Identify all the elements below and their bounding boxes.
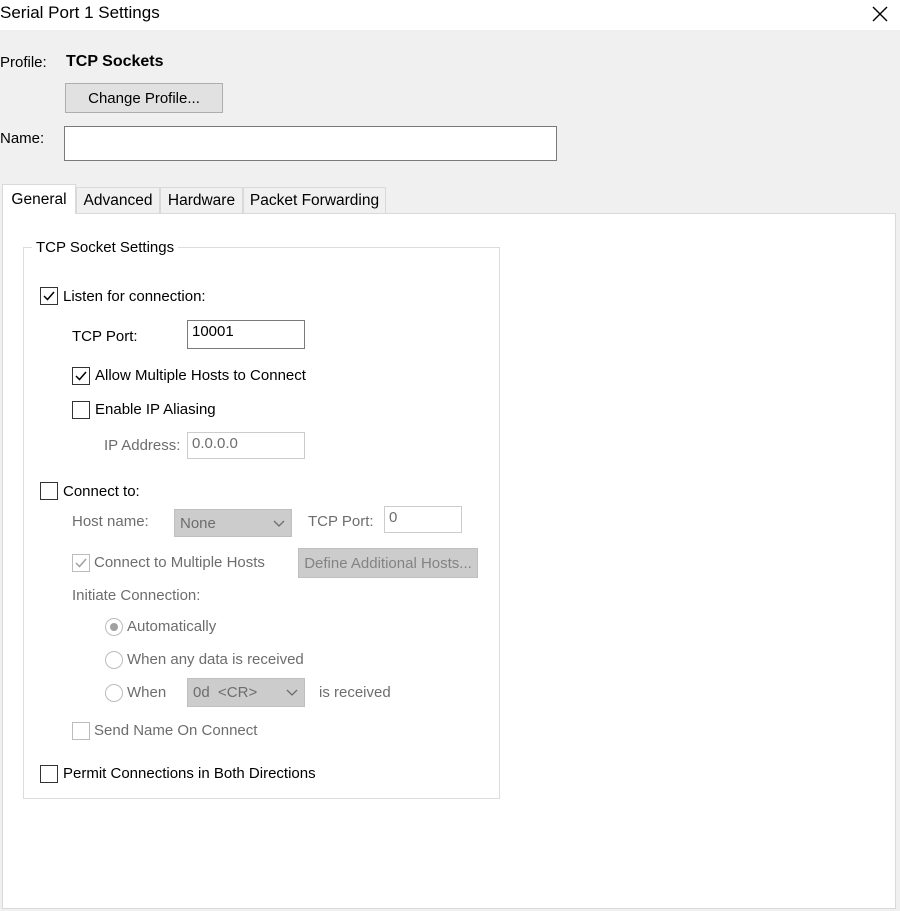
name-input[interactable] bbox=[64, 126, 557, 161]
radio-when-label: When bbox=[127, 684, 167, 701]
checkmark-icon bbox=[75, 558, 87, 568]
host-name-value: None bbox=[180, 514, 216, 532]
connect-multiple-checkbox[interactable] bbox=[72, 554, 90, 572]
listen-checkbox[interactable] bbox=[40, 287, 58, 305]
connect-multiple-label: Connect to Multiple Hosts bbox=[94, 554, 265, 571]
ip-aliasing-label: Enable IP Aliasing bbox=[95, 401, 216, 418]
listen-label: Listen for connection: bbox=[63, 288, 206, 305]
connect-to-label: Connect to: bbox=[63, 483, 140, 500]
connect-tcp-port-label: TCP Port: bbox=[308, 513, 374, 530]
send-name-label: Send Name On Connect bbox=[94, 722, 258, 739]
allow-multiple-label: Allow Multiple Hosts to Connect bbox=[95, 367, 306, 384]
permit-both-checkbox[interactable] bbox=[40, 765, 58, 783]
initiate-label: Initiate Connection: bbox=[72, 587, 201, 604]
profile-value: TCP Sockets bbox=[66, 53, 164, 70]
connect-to-checkbox[interactable] bbox=[40, 482, 58, 500]
ip-address-input[interactable]: 0.0.0.0 bbox=[187, 432, 305, 459]
when-char-value: 0d <CR> bbox=[193, 684, 258, 701]
allow-multiple-checkbox[interactable] bbox=[72, 367, 90, 385]
window-title: Serial Port 1 Settings bbox=[0, 3, 160, 22]
radio-any-data-label: When any data is received bbox=[127, 651, 304, 668]
tab-general[interactable]: General bbox=[2, 184, 76, 214]
checkmark-icon bbox=[43, 291, 55, 301]
is-received-label: is received bbox=[319, 684, 391, 701]
connect-tcp-port-input[interactable]: 0 bbox=[384, 506, 462, 533]
profile-label: Profile: bbox=[0, 54, 47, 71]
define-hosts-button[interactable]: Define Additional Hosts... bbox=[298, 548, 478, 578]
ip-address-label: IP Address: bbox=[104, 437, 181, 454]
group-title: TCP Socket Settings bbox=[32, 239, 179, 256]
tab-advanced[interactable]: Advanced bbox=[76, 187, 160, 213]
tab-packet-forwarding[interactable]: Packet Forwarding bbox=[243, 187, 386, 213]
checkmark-icon bbox=[75, 371, 87, 381]
radio-dot bbox=[110, 623, 118, 631]
tcp-port-input[interactable]: 10001 bbox=[187, 320, 305, 349]
close-icon bbox=[872, 6, 888, 22]
radio-any-data[interactable] bbox=[105, 651, 123, 669]
host-name-label: Host name: bbox=[72, 513, 149, 530]
chevron-down-icon bbox=[286, 689, 298, 696]
radio-automatically[interactable] bbox=[105, 618, 123, 636]
close-button[interactable] bbox=[866, 0, 894, 28]
radio-automatically-label: Automatically bbox=[127, 618, 217, 635]
tab-hardware[interactable]: Hardware bbox=[160, 187, 243, 213]
tcp-port-label: TCP Port: bbox=[72, 328, 138, 345]
name-label: Name: bbox=[0, 130, 45, 147]
when-char-select[interactable]: 0d <CR> bbox=[187, 678, 305, 707]
chevron-down-icon bbox=[273, 520, 285, 527]
ip-aliasing-checkbox[interactable] bbox=[72, 401, 90, 419]
change-profile-button[interactable]: Change Profile... bbox=[65, 83, 223, 113]
send-name-checkbox[interactable] bbox=[72, 722, 90, 740]
permit-both-label: Permit Connections in Both Directions bbox=[63, 765, 316, 782]
host-name-select[interactable]: None bbox=[174, 509, 292, 537]
radio-when[interactable] bbox=[105, 684, 123, 702]
